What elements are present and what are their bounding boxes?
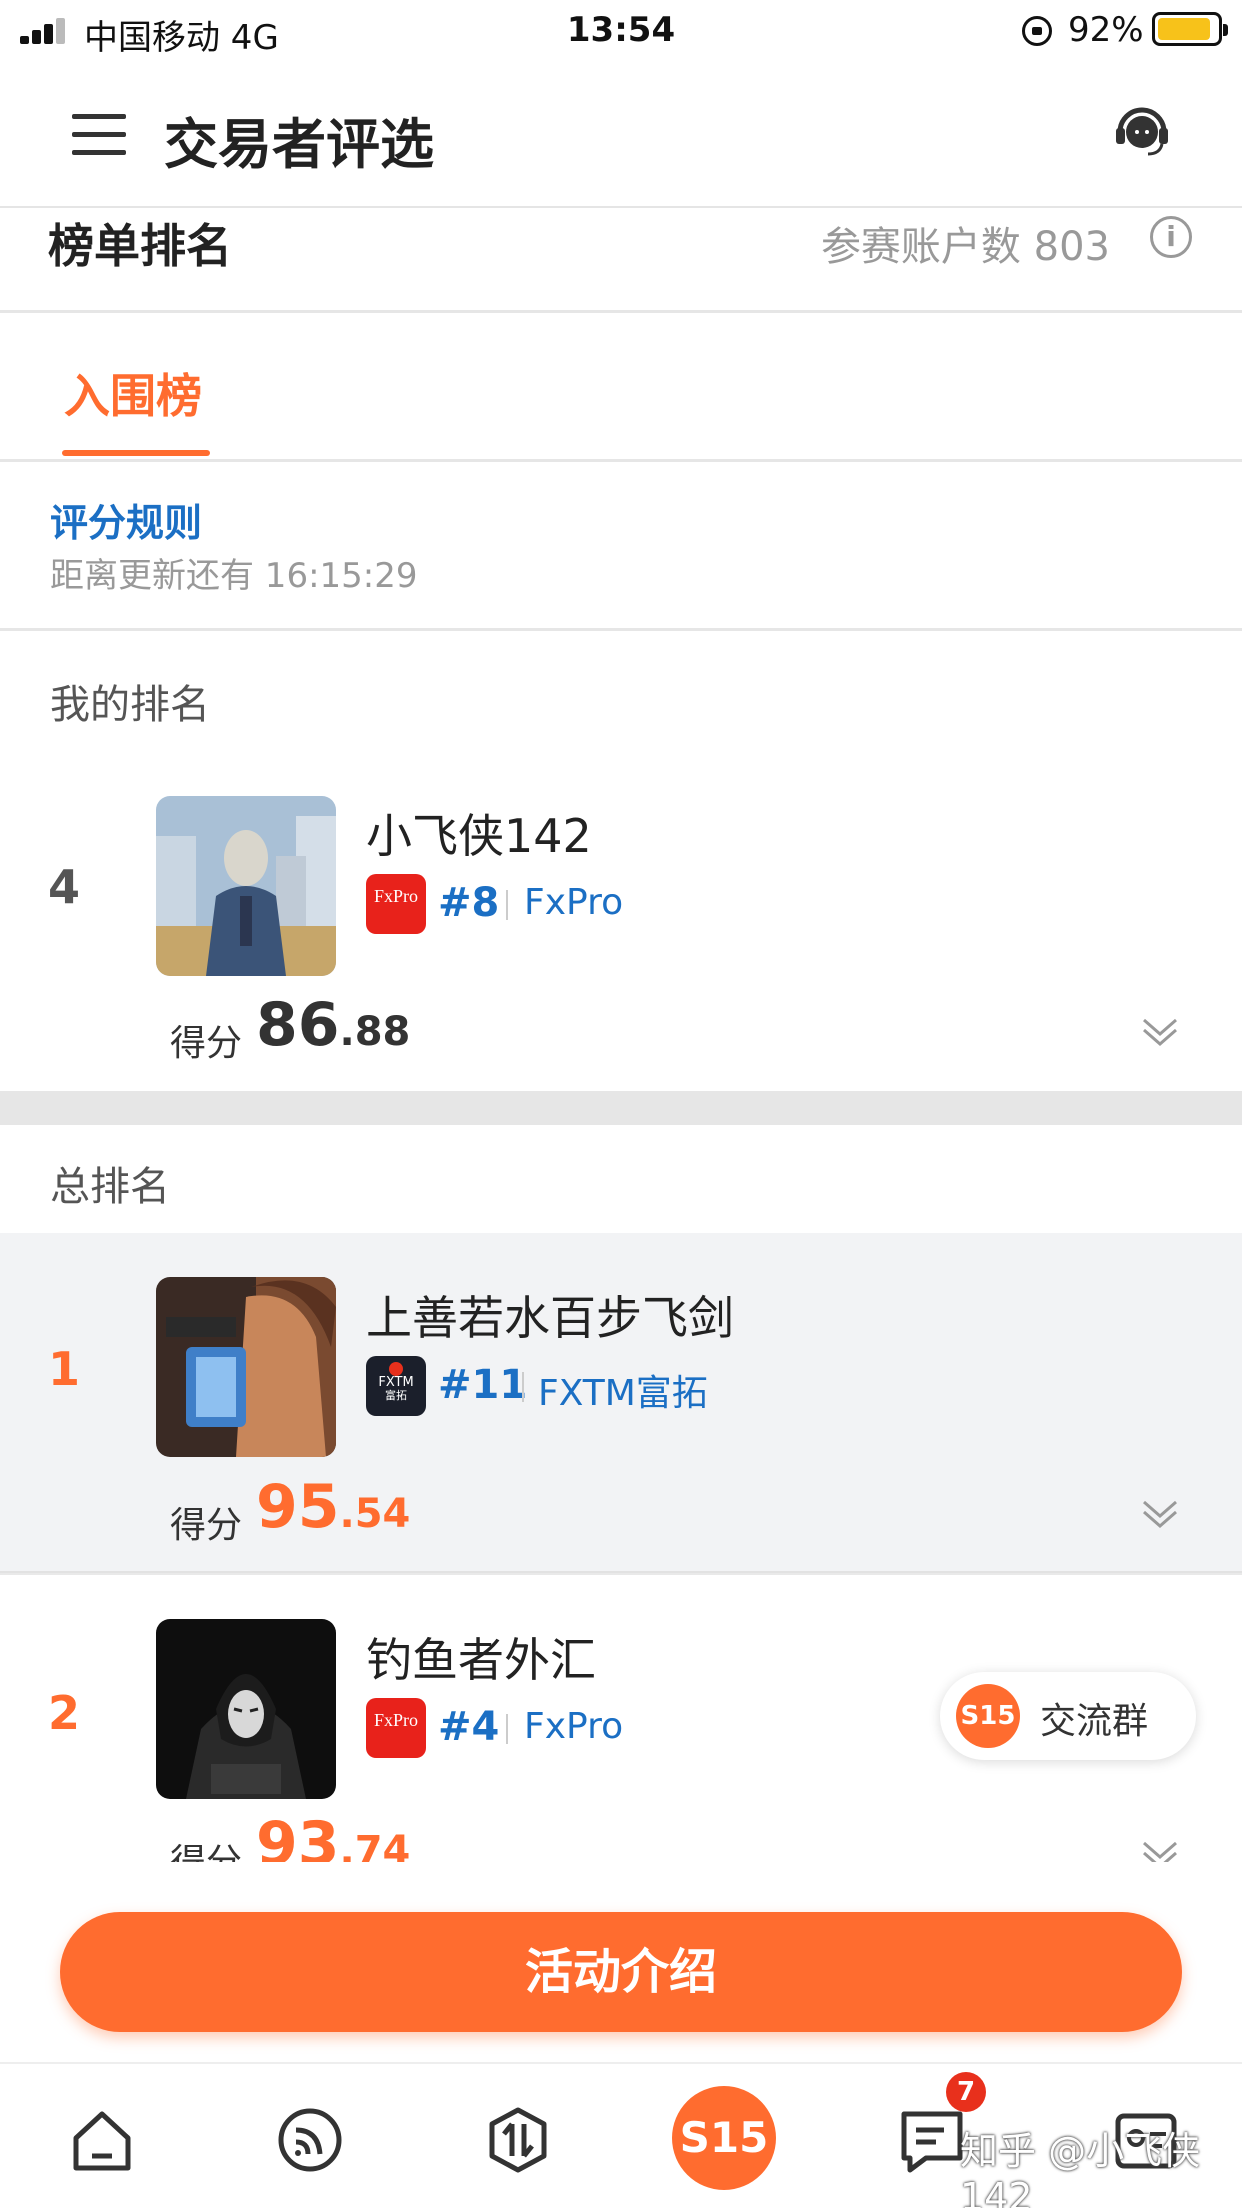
- watermark: 知乎 @小飞侠142: [960, 2129, 1201, 2208]
- score-value: 95.54: [256, 1472, 410, 1542]
- score-decimal: .54: [339, 1491, 411, 1537]
- score-decimal: .88: [339, 1009, 411, 1055]
- user-name[interactable]: 小飞侠142: [366, 800, 592, 866]
- broker-logo-text: FXTM: [378, 1375, 414, 1390]
- customer-service-icon[interactable]: [1110, 98, 1174, 162]
- score-value: 93.74: [256, 1809, 410, 1862]
- update-countdown: 距离更新还有 16:15:29: [50, 556, 418, 596]
- menu-icon[interactable]: [72, 114, 126, 156]
- broker-logo-subtext: 富拓: [385, 1389, 407, 1402]
- score-integer: 86: [256, 990, 340, 1060]
- fxtm-dot-icon: [389, 1362, 403, 1376]
- score-decimal: .74: [339, 1828, 411, 1862]
- signal-icon[interactable]: [274, 2104, 346, 2176]
- battery-icon: [1152, 12, 1228, 46]
- score-integer: 95: [256, 1472, 340, 1542]
- scoring-rules-link[interactable]: 评分规则: [50, 492, 202, 547]
- overall-ranking-label: 总排名: [50, 1164, 170, 1210]
- avatar[interactable]: [156, 1277, 336, 1457]
- overall-ranking-header: [0, 1125, 1242, 1233]
- avatar[interactable]: [156, 796, 336, 976]
- status-bar: 中国移动 4G 13:54 92%: [0, 0, 1242, 60]
- chevron-down-icon[interactable]: [1140, 1010, 1180, 1050]
- battery-percent: 92%: [1068, 10, 1144, 50]
- avatar[interactable]: [156, 1619, 336, 1799]
- info-icon[interactable]: i: [1150, 216, 1192, 258]
- chevron-down-icon[interactable]: [1140, 1492, 1180, 1532]
- bottom-tab-bar: S15 7 知乎 @小飞侠142: [0, 2062, 1242, 2208]
- broker-logo: FxPro: [366, 1698, 426, 1758]
- broker-logo: FxPro: [366, 874, 426, 934]
- score-label: 得分: [170, 1833, 242, 1862]
- chevron-down-icon[interactable]: [1140, 1833, 1180, 1862]
- broker-rank: #11: [438, 1362, 528, 1408]
- broker-name[interactable]: FxPro: [524, 1706, 623, 1747]
- broker-logo-text: FxPro: [373, 886, 418, 906]
- top-nav: 交易者评选: [0, 60, 1242, 208]
- broker-logo: FXTM 富拓: [366, 1356, 426, 1416]
- chat-group-button[interactable]: S15 交流群: [940, 1672, 1196, 1760]
- chat-group-label: 交流群: [1040, 1701, 1149, 1742]
- message-icon[interactable]: [896, 2104, 968, 2176]
- rank-number: 4: [48, 860, 81, 914]
- ranking-title: 榜单排名: [48, 219, 232, 273]
- event-intro-button[interactable]: 活动介绍: [60, 1912, 1182, 2032]
- clock: 13:54: [566, 10, 676, 50]
- s15-logo[interactable]: S15: [672, 2086, 776, 2190]
- trade-icon[interactable]: [482, 2104, 554, 2176]
- divider: [522, 1372, 524, 1402]
- user-name[interactable]: 上善若水百步飞剑: [366, 1282, 734, 1348]
- score-integer: 93: [256, 1809, 340, 1862]
- broker-name[interactable]: FxPro: [524, 882, 623, 923]
- score-label: 得分: [170, 1505, 243, 1546]
- broker-rank: #4: [438, 1704, 500, 1750]
- page-title: 交易者评选: [164, 113, 434, 176]
- divider: [506, 1714, 508, 1744]
- tab-active-indicator: [62, 450, 210, 456]
- broker-rank: #8: [438, 880, 500, 926]
- home-icon[interactable]: [66, 2104, 138, 2176]
- notification-badge: 7: [946, 2072, 986, 2112]
- section-gap: [0, 1091, 1242, 1125]
- score-value: 86.88: [256, 990, 410, 1060]
- participant-count: 参赛账户数 803: [820, 224, 1110, 270]
- rank-number: 2: [48, 1686, 81, 1740]
- broker-name[interactable]: FXTM富拓: [538, 1364, 708, 1416]
- divider: [506, 890, 508, 920]
- tab-shortlist[interactable]: 入围榜: [64, 360, 202, 426]
- rank-number: 1: [48, 1342, 81, 1396]
- broker-logo-text: FxPro: [373, 1710, 418, 1730]
- s15-logo-icon: S15: [956, 1684, 1020, 1748]
- user-name[interactable]: 钓鱼者外汇: [366, 1624, 596, 1690]
- score-label: 得分: [170, 1023, 243, 1064]
- rotation-lock-icon: [1022, 16, 1052, 46]
- my-ranking-label: 我的排名: [50, 682, 210, 728]
